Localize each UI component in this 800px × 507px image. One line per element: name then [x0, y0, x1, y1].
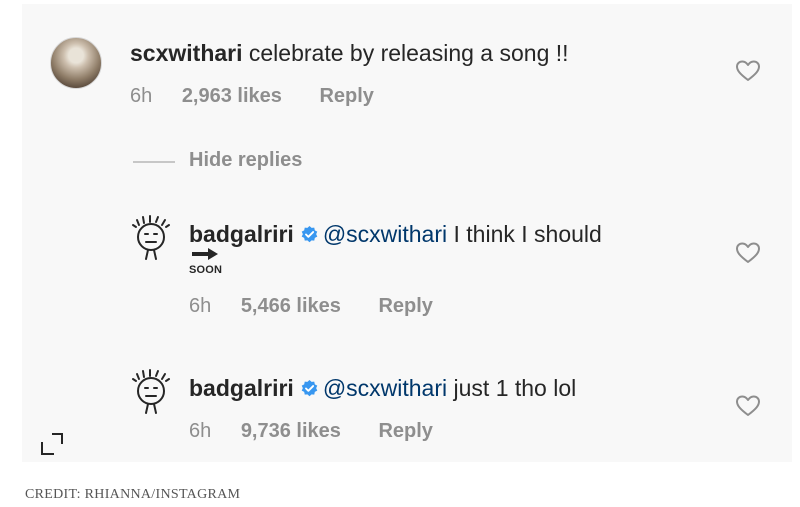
comment-3-username[interactable]: badgalriri — [189, 375, 294, 401]
comment-1-text: celebrate by releasing a song !! — [248, 40, 569, 66]
hide-replies-divider — [133, 161, 175, 163]
comment-2-meta: 6h 5,466 likes Reply — [189, 295, 465, 318]
avatar-badgalriri[interactable] — [130, 215, 172, 261]
image-credit: CREDIT: RHIANNA/INSTAGRAM — [25, 487, 241, 502]
hide-replies-button[interactable]: Hide replies — [189, 149, 302, 172]
heart-icon[interactable] — [735, 241, 761, 265]
avatar-scxwithari[interactable] — [50, 37, 102, 89]
comment-3-mention[interactable]: @scxwithari — [323, 375, 447, 401]
comment-1-username[interactable]: scxwithari — [130, 40, 243, 66]
comment-2-likes[interactable]: 5,466 likes — [241, 295, 341, 317]
crop-icon[interactable] — [40, 432, 64, 456]
comment-3-reply-button[interactable]: Reply — [378, 420, 432, 442]
comment-2-mention[interactable]: @scxwithari — [323, 221, 447, 247]
comment-2-reply-button[interactable]: Reply — [378, 295, 432, 317]
heart-icon[interactable] — [735, 59, 761, 83]
heart-icon[interactable] — [735, 394, 761, 418]
comment-1-reply-button[interactable]: Reply — [319, 85, 373, 107]
comment-2-text: I think I should — [453, 221, 602, 247]
soon-arrow-sticker: SOON — [189, 246, 225, 280]
comment-3-likes[interactable]: 9,736 likes — [241, 420, 341, 442]
comment-3: badgalriri @scxwithari just 1 tho lol — [189, 375, 576, 402]
comment-1: scxwithari celebrate by releasing a song… — [130, 40, 569, 67]
comment-2-time: 6h — [189, 295, 212, 317]
comment-2-username[interactable]: badgalriri — [189, 221, 294, 247]
avatar-badgalriri[interactable] — [130, 369, 172, 415]
comment-3-meta: 6h 9,736 likes Reply — [189, 420, 465, 443]
comment-1-time: 6h — [130, 85, 153, 107]
comment-1-meta: 6h 2,963 likes Reply — [130, 85, 406, 108]
comment-2: badgalriri @scxwithari I think I should — [189, 221, 602, 248]
comment-1-likes[interactable]: 2,963 likes — [182, 85, 282, 107]
verified-badge-icon — [301, 225, 318, 243]
comment-3-text: just 1 tho lol — [453, 375, 577, 401]
comment-3-time: 6h — [189, 420, 212, 442]
right-arrow-icon — [192, 248, 218, 260]
soon-text: SOON — [189, 264, 223, 276]
verified-badge-icon — [301, 379, 318, 397]
